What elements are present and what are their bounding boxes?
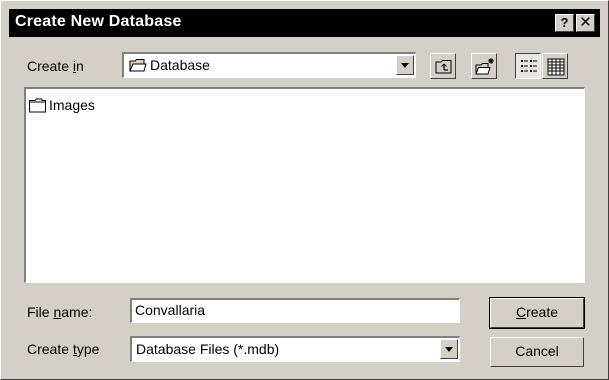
list-view-button[interactable] <box>515 53 541 79</box>
up-one-level-button[interactable] <box>430 53 456 79</box>
folder-icon <box>29 98 47 116</box>
file-name-input[interactable]: Convallaria <box>130 298 460 323</box>
create-button[interactable]: Create <box>489 297 585 329</box>
help-button[interactable]: ? <box>555 14 574 32</box>
create-in-label: Create in <box>27 58 84 74</box>
chevron-down-icon <box>401 63 409 68</box>
folder-open-icon <box>129 58 147 76</box>
dialog-title: Create New Database <box>15 13 182 30</box>
create-type-label: Create type <box>27 341 100 357</box>
create-in-dropdown[interactable]: Database <box>122 52 416 78</box>
details-view-button[interactable] <box>542 53 568 79</box>
create-in-dropdown-arrow[interactable] <box>396 55 414 75</box>
create-type-dropdown-arrow[interactable] <box>440 339 458 359</box>
file-list[interactable]: Images <box>24 87 585 283</box>
current-folder-name: Database <box>150 57 210 73</box>
close-icon: ✕ <box>579 14 592 31</box>
close-button[interactable]: ✕ <box>576 14 595 32</box>
chevron-down-icon <box>445 347 453 352</box>
create-type-dropdown[interactable]: Database Files (*.mdb) <box>130 336 460 362</box>
help-icon: ? <box>560 15 569 30</box>
create-new-folder-button[interactable] <box>471 53 497 79</box>
list-item-label: Images <box>49 97 95 113</box>
file-name-label: File name: <box>27 304 93 320</box>
create-new-database-dialog: Create New Database ? ✕ Create in Databa… <box>0 0 609 380</box>
title-bar[interactable]: Create New Database ? ✕ <box>9 9 600 37</box>
file-name-value: Convallaria <box>135 302 206 318</box>
create-type-value: Database Files (*.mdb) <box>136 341 280 357</box>
cancel-button[interactable]: Cancel <box>490 337 584 367</box>
